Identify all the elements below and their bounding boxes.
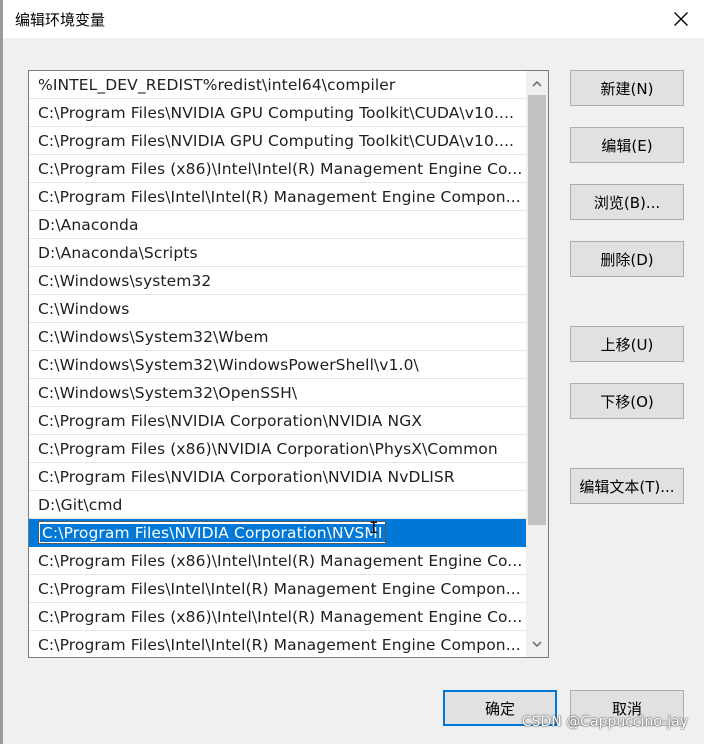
chevron-up-icon [532,81,542,87]
path-list-item[interactable]: C:\Program Files (x86)\NVIDIA Corporatio… [29,435,526,463]
path-list-item[interactable]: C:\Windows [29,295,526,323]
path-list-item[interactable]: D:\Anaconda [29,211,526,239]
path-list-item[interactable]: C:\Program Files\Intel\Intel(R) Manageme… [29,183,526,211]
close-icon [674,12,688,26]
window-edge [0,0,3,744]
path-list-item[interactable]: C:\Program Files (x86)\Intel\Intel(R) Ma… [29,547,526,575]
dialog-title: 编辑环境变量 [15,11,106,29]
path-edit-field[interactable]: C:\Program Files\NVIDIA Corporation\NVSM… [38,519,386,544]
path-list-item[interactable]: C:\Program Files\Intel\Intel(R) Manageme… [29,631,526,657]
move-up-button[interactable]: 上移(U) [570,326,684,362]
path-list-item[interactable]: C:\Program Files (x86)\Intel\Intel(R) Ma… [29,603,526,631]
edit-text-button[interactable]: 编辑文本(T)... [570,468,684,504]
move-down-button[interactable]: 下移(O) [570,383,684,419]
path-list-item[interactable]: C:\Program Files\NVIDIA GPU Computing To… [29,127,526,155]
title-bar: 编辑环境变量 [3,0,704,38]
scroll-thumb[interactable] [528,95,546,525]
path-list: %INTEL_DEV_REDIST%redist\intel64\compile… [29,71,526,657]
new-button[interactable]: 新建(N) [570,70,684,106]
path-list-item[interactable]: C:\Windows\System32\WindowsPowerShell\v1… [29,351,526,379]
scroll-up-button[interactable] [526,73,548,95]
browse-button[interactable]: 浏览(B)... [570,184,684,220]
scroll-down-button[interactable] [526,633,548,655]
watermark: CSDN @Cappuccino-jay [521,714,688,730]
path-list-item[interactable]: C:\Program Files\NVIDIA Corporation\NVSM… [29,519,526,547]
path-list-item[interactable]: C:\Windows\System32\OpenSSH\ [29,379,526,407]
path-list-item[interactable]: C:\Program Files\NVIDIA GPU Computing To… [29,99,526,127]
close-button[interactable] [664,4,698,34]
path-listbox[interactable]: %INTEL_DEV_REDIST%redist\intel64\compile… [28,70,549,658]
text-cursor-icon: I [369,519,379,537]
delete-button[interactable]: 删除(D) [570,241,684,277]
path-list-item[interactable]: %INTEL_DEV_REDIST%redist\intel64\compile… [29,71,526,99]
path-list-item[interactable]: C:\Windows\System32\Wbem [29,323,526,351]
chevron-down-icon [532,641,542,647]
path-list-item[interactable]: C:\Program Files\NVIDIA Corporation\NVID… [29,463,526,491]
path-list-item[interactable]: D:\Anaconda\Scripts [29,239,526,267]
edit-button[interactable]: 编辑(E) [570,127,684,163]
path-list-item[interactable]: D:\Git\cmd [29,491,526,519]
vertical-scrollbar[interactable] [526,71,548,657]
path-edit-text: C:\Program Files\NVIDIA Corporation\NVSM… [40,524,385,542]
path-list-item[interactable]: C:\Program Files\NVIDIA Corporation\NVID… [29,407,526,435]
path-list-item[interactable]: C:\Program Files (x86)\Intel\Intel(R) Ma… [29,155,526,183]
path-list-item[interactable]: C:\Windows\system32 [29,267,526,295]
path-list-item[interactable]: C:\Program Files\Intel\Intel(R) Manageme… [29,575,526,603]
